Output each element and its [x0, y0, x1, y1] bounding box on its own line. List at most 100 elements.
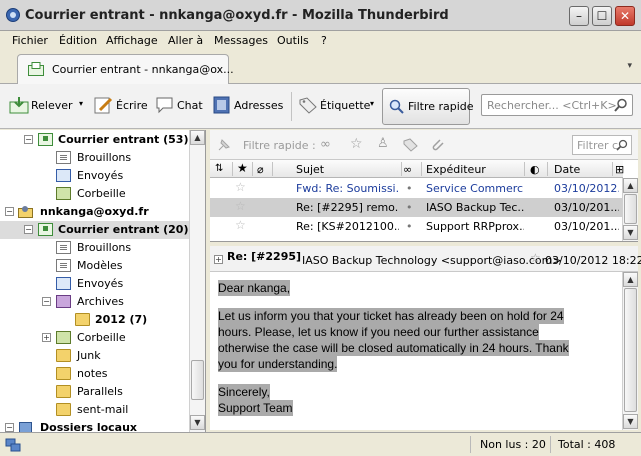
- thunderbird-window: Courrier entrant - nnkanga@oxyd.fr - Moz…: [0, 0, 641, 456]
- folder-item[interactable]: Envoyés: [0, 167, 190, 185]
- quick-filter-title: Filtre rapide :: [243, 139, 316, 152]
- column-sender[interactable]: Expéditeur: [426, 163, 486, 176]
- title-bar: Courrier entrant - nnkanga@oxyd.fr - Moz…: [0, 0, 641, 31]
- attachment-column-icon[interactable]: ⌀: [257, 163, 264, 176]
- menu-aller-a[interactable]: Aller à: [168, 34, 203, 47]
- menu-edition[interactable]: Édition: [59, 34, 97, 47]
- minimize-button[interactable]: –: [569, 6, 589, 26]
- account-item[interactable]: − Dossiers locaux: [0, 419, 190, 432]
- folder-item[interactable]: Brouillons: [0, 149, 190, 167]
- star-icon[interactable]: ☆: [235, 218, 246, 232]
- column-picker-icon[interactable]: ⊞: [615, 163, 624, 176]
- message-body: Dear nkanga, Let us inform you that your…: [210, 272, 622, 430]
- folder-item[interactable]: + Corbeille: [0, 329, 190, 347]
- folder-item[interactable]: Corbeille: [0, 185, 190, 203]
- maximize-button[interactable]: ☐: [592, 6, 612, 26]
- tab-inbox[interactable]: Courrier entrant - nnkanga@ox...: [17, 54, 234, 84]
- account-item[interactable]: − nnkanga@oxyd.fr: [0, 203, 190, 221]
- table-row[interactable]: ☆ Re: [KS#2012100... • Support RRPprox..…: [210, 217, 623, 236]
- chat-bubble-icon: [156, 97, 173, 114]
- folder-scrollbar[interactable]: ▲ ▼: [189, 130, 205, 432]
- scroll-down-icon[interactable]: ▼: [190, 415, 205, 430]
- scroll-down-icon[interactable]: ▼: [623, 225, 638, 240]
- main-toolbar: Relever ▾ Écrire Chat Adresses Étiquette…: [0, 84, 641, 129]
- menu-messages[interactable]: Messages: [214, 34, 268, 47]
- column-subject[interactable]: Sujet: [296, 163, 324, 176]
- write-button[interactable]: Écrire: [94, 95, 150, 117]
- star-icon[interactable]: ☆: [235, 199, 246, 213]
- menu-help[interactable]: ?: [321, 34, 327, 47]
- search-input[interactable]: Rechercher... <Ctrl+K>: [481, 94, 633, 116]
- tab-list-chevron-icon[interactable]: ▾: [627, 61, 632, 71]
- folder-icon: [56, 403, 71, 416]
- address-book-button[interactable]: Adresses: [212, 95, 284, 117]
- attachment-filter-icon[interactable]: [430, 137, 446, 153]
- message-scrollbar[interactable]: ▲ ▼: [622, 272, 638, 430]
- folder-item[interactable]: Parallels: [0, 383, 190, 401]
- thread-column-icon[interactable]: ⇅: [215, 163, 223, 174]
- expand-header-icon[interactable]: +: [214, 255, 223, 264]
- folder-item-selected[interactable]: − Courrier entrant (20): [0, 221, 190, 239]
- column-date[interactable]: Date: [554, 163, 580, 176]
- tag-filter-icon[interactable]: [402, 137, 418, 153]
- scroll-up-icon[interactable]: ▲: [623, 178, 638, 193]
- folder-item[interactable]: − Archives: [0, 293, 190, 311]
- thread-filter-icon[interactable]: ∞: [320, 137, 331, 152]
- folder-item[interactable]: sent-mail: [0, 401, 190, 419]
- tag-button[interactable]: Étiquette ▾: [298, 95, 376, 117]
- write-icon: [94, 97, 113, 114]
- folder-item[interactable]: 2012 (7): [0, 311, 190, 329]
- collapse-toggle-icon[interactable]: −: [24, 225, 33, 234]
- table-row[interactable]: ☆ Fwd: Re: Soumissi... • Service Commerc…: [210, 179, 623, 198]
- scroll-thumb[interactable]: [191, 360, 204, 400]
- collapse-toggle-icon[interactable]: −: [5, 207, 14, 216]
- trash-icon: [56, 331, 71, 344]
- folder-item[interactable]: − Courrier entrant (53): [0, 131, 190, 149]
- contact-filter-icon[interactable]: ♙: [377, 136, 389, 151]
- scroll-thumb[interactable]: [624, 194, 637, 224]
- toolbar-separator: [291, 92, 292, 121]
- close-button[interactable]: ✕: [615, 6, 635, 26]
- collapse-toggle-icon[interactable]: −: [24, 135, 33, 144]
- menu-outils[interactable]: Outils: [277, 34, 309, 47]
- message-from[interactable]: IASO Backup Technology <support@iaso.com…: [302, 254, 562, 267]
- scroll-up-icon[interactable]: ▲: [190, 130, 205, 145]
- quick-filter-input[interactable]: Filtrer c: [572, 135, 632, 155]
- collapse-toggle-icon[interactable]: −: [42, 297, 51, 306]
- quick-filter-button[interactable]: Filtre rapide: [382, 88, 474, 125]
- folder-item[interactable]: Brouillons: [0, 239, 190, 257]
- folder-item[interactable]: Modèles: [0, 257, 190, 275]
- junk-column-icon[interactable]: ◐: [530, 163, 540, 176]
- read-column-icon[interactable]: ∞: [403, 163, 412, 176]
- online-status-icon[interactable]: [5, 437, 21, 453]
- menu-affichage[interactable]: Affichage: [106, 34, 158, 47]
- star-icon[interactable]: ☆: [530, 251, 541, 265]
- archive-icon: [56, 295, 71, 308]
- menu-fichier[interactable]: Fichier: [12, 34, 48, 47]
- thread-scrollbar[interactable]: ▲ ▼: [622, 178, 638, 241]
- scroll-up-icon[interactable]: ▲: [623, 272, 638, 287]
- folder-icon: [75, 313, 90, 326]
- table-row-selected[interactable]: ☆ Re: [#2295] remo... • IASO Backup Tec.…: [210, 198, 623, 217]
- address-book-label: Adresses: [234, 99, 284, 112]
- drafts-icon: [56, 241, 71, 254]
- account-icon: [18, 206, 33, 218]
- templates-icon: [56, 259, 71, 272]
- window-title: Courrier entrant - nnkanga@oxyd.fr - Moz…: [25, 8, 449, 23]
- chat-button[interactable]: Chat: [155, 95, 205, 117]
- folder-icon: [56, 385, 71, 398]
- scroll-thumb[interactable]: [624, 288, 637, 412]
- folder-item[interactable]: notes: [0, 365, 190, 383]
- tab-inbox-label: Courrier entrant - nnkanga@ox...: [52, 63, 234, 76]
- scroll-down-icon[interactable]: ▼: [623, 414, 638, 429]
- folder-item[interactable]: Junk: [0, 347, 190, 365]
- chevron-down-icon: ▾: [370, 99, 375, 108]
- star-filter-icon[interactable]: ☆: [350, 136, 363, 152]
- get-mail-button[interactable]: Relever ▾: [9, 95, 87, 117]
- star-column-icon[interactable]: ★: [237, 161, 248, 175]
- folder-item[interactable]: Envoyés: [0, 275, 190, 293]
- pin-icon[interactable]: [216, 137, 232, 153]
- star-icon[interactable]: ☆: [235, 180, 246, 194]
- collapse-toggle-icon[interactable]: −: [5, 423, 14, 432]
- expand-toggle-icon[interactable]: +: [42, 333, 51, 342]
